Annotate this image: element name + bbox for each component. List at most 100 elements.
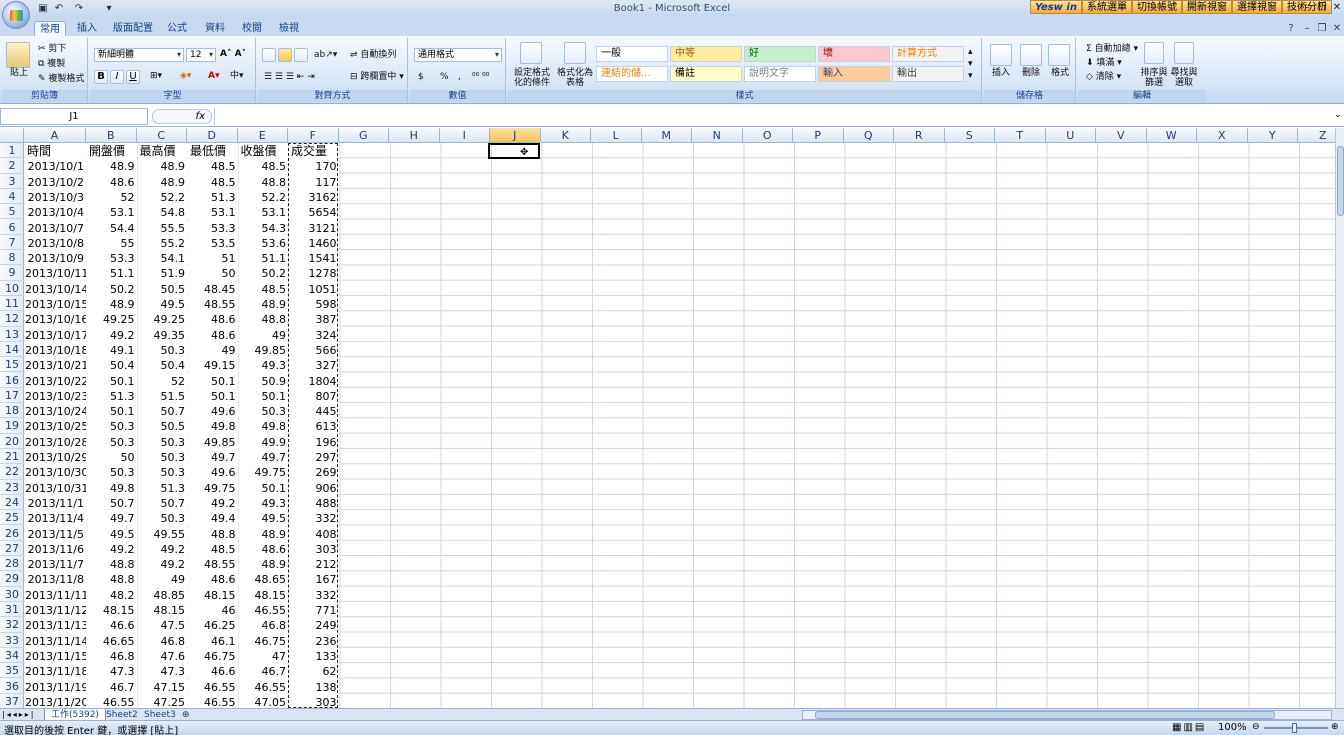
table-cell[interactable]: 54.3 <box>238 220 288 236</box>
table-cell[interactable]: 46.55 <box>238 679 288 695</box>
style-normal[interactable]: 一般 <box>596 46 668 62</box>
table-cell[interactable]: 46.7 <box>238 664 288 680</box>
column-header-c[interactable]: C <box>136 128 187 143</box>
header-cell[interactable]: 最低價 <box>188 144 238 160</box>
table-cell[interactable]: 49.55 <box>137 526 187 542</box>
row-header-7[interactable]: 7 <box>0 235 24 251</box>
paste-button[interactable]: 貼上 <box>10 68 28 79</box>
table-cell[interactable]: 327 <box>289 358 339 374</box>
table-cell[interactable]: 807 <box>289 388 339 405</box>
table-cell[interactable]: 50 <box>188 266 238 282</box>
table-cell[interactable]: 2013/11/19 <box>25 679 86 695</box>
table-cell[interactable]: 2013/11/4 <box>25 511 86 527</box>
table-cell[interactable]: 49.7 <box>87 511 137 527</box>
currency-button[interactable]: $ <box>418 72 424 83</box>
format-as-table-icon[interactable] <box>564 42 586 64</box>
addin-system-menu[interactable]: 系統選單 <box>1081 0 1132 14</box>
column-header-o[interactable]: O <box>742 128 793 143</box>
table-cell[interactable]: 49.8 <box>238 419 288 435</box>
table-cell[interactable]: 771 <box>289 603 339 619</box>
style-explanatory[interactable]: 說明文字 <box>744 66 816 82</box>
table-cell[interactable]: 2013/11/14 <box>25 633 86 649</box>
table-cell[interactable]: 2013/10/14 <box>25 281 86 297</box>
row-header-26[interactable]: 26 <box>0 526 24 541</box>
table-cell[interactable]: 51.5 <box>137 388 187 405</box>
table-cell[interactable]: 52.2 <box>238 189 288 206</box>
zoom-in-icon[interactable]: ⊕ <box>1331 722 1339 732</box>
formula-input[interactable] <box>214 108 1330 125</box>
row-header-29[interactable]: 29 <box>0 571 24 587</box>
table-cell[interactable]: 48.6 <box>188 572 238 588</box>
workbook-minimize-icon[interactable]: – <box>1300 21 1314 36</box>
underline-button[interactable]: U <box>126 70 140 84</box>
column-header-w[interactable]: W <box>1146 128 1197 143</box>
grow-font-icon[interactable]: A˄ A˅ <box>220 49 246 60</box>
row-header-6[interactable]: 6 <box>0 220 24 235</box>
table-cell[interactable]: 49.6 <box>188 404 238 420</box>
table-cell[interactable]: 52 <box>137 373 187 389</box>
table-cell[interactable]: 49.3 <box>238 358 288 374</box>
table-cell[interactable]: 2013/10/29 <box>25 450 86 466</box>
table-cell[interactable]: 3121 <box>289 220 339 236</box>
column-header-i[interactable]: I <box>439 128 490 143</box>
table-cell[interactable]: 48.15 <box>188 587 238 603</box>
table-cell[interactable]: 47.3 <box>87 664 137 680</box>
table-cell[interactable]: 2013/10/31 <box>25 480 86 496</box>
format-cells-icon[interactable] <box>1048 44 1070 66</box>
expand-formula-icon[interactable]: ⌄ <box>1334 110 1342 120</box>
column-header-a[interactable]: A <box>24 128 86 143</box>
table-cell[interactable]: 2013/10/2 <box>25 174 86 190</box>
table-cell[interactable]: 598 <box>289 297 339 313</box>
style-bad[interactable]: 壞 <box>818 46 890 62</box>
column-header-k[interactable]: K <box>540 128 591 143</box>
table-cell[interactable]: 50.1 <box>238 388 288 405</box>
table-cell[interactable]: 50.1 <box>87 373 137 389</box>
table-cell[interactable]: 50.3 <box>87 434 137 450</box>
table-cell[interactable]: 48.9 <box>137 159 187 175</box>
row-header-33[interactable]: 33 <box>0 633 24 648</box>
table-cell[interactable]: 50.3 <box>87 465 137 481</box>
orientation-icon[interactable]: ab↗▾ <box>314 50 337 61</box>
table-cell[interactable]: 50.1 <box>188 373 238 389</box>
percent-button[interactable]: % <box>440 72 449 83</box>
table-cell[interactable]: 488 <box>289 495 339 512</box>
column-header-v[interactable]: V <box>1096 128 1147 143</box>
table-cell[interactable]: 50.3 <box>87 419 137 435</box>
delete-cells-button[interactable]: 刪除 <box>1022 68 1040 79</box>
table-cell[interactable]: 50.3 <box>137 434 187 450</box>
row-header-24[interactable]: 24 <box>0 495 24 511</box>
table-cell[interactable]: 49.5 <box>238 511 288 527</box>
table-cell[interactable]: 46.8 <box>238 618 288 634</box>
table-cell[interactable]: 46.65 <box>87 633 137 649</box>
table-cell[interactable]: 49.6 <box>188 465 238 481</box>
save-icon[interactable]: ▣ <box>36 2 50 15</box>
table-cell[interactable]: 48.5 <box>188 159 238 175</box>
style-output[interactable]: 輸出 <box>892 66 964 82</box>
table-cell[interactable]: 47.6 <box>137 648 187 665</box>
column-header-q[interactable]: Q <box>843 128 894 143</box>
table-cell[interactable]: 2013/11/15 <box>25 648 86 665</box>
comma-button[interactable]: , <box>458 72 461 83</box>
fill-button[interactable]: ⬇ 填滿 ▾ <box>1086 58 1122 69</box>
header-cell[interactable]: 收盤價 <box>238 144 288 160</box>
table-cell[interactable]: 49.2 <box>87 541 137 558</box>
table-cell[interactable]: 51.3 <box>188 189 238 206</box>
row-header-27[interactable]: 27 <box>0 541 24 557</box>
row-header-15[interactable]: 15 <box>0 357 24 373</box>
table-cell[interactable]: 55.2 <box>137 235 187 252</box>
table-cell[interactable]: 46.1 <box>188 633 238 649</box>
table-cell[interactable]: 49.2 <box>137 541 187 558</box>
row-header-25[interactable]: 25 <box>0 510 24 526</box>
table-cell[interactable]: 48.55 <box>188 557 238 573</box>
table-cell[interactable]: 48.5 <box>238 281 288 297</box>
table-cell[interactable]: 49.85 <box>188 434 238 450</box>
table-cell[interactable]: 50.3 <box>137 342 187 359</box>
table-cell[interactable]: 170 <box>289 159 339 175</box>
addin-new-window[interactable]: 開新視窗 <box>1181 0 1232 14</box>
close-icon[interactable]: ✕ <box>1330 1 1344 15</box>
table-cell[interactable]: 2013/11/1 <box>25 495 86 512</box>
row-header-12[interactable]: 12 <box>0 311 24 327</box>
row-header-22[interactable]: 22 <box>0 464 24 480</box>
fx-icon[interactable]: fx <box>152 109 212 124</box>
table-cell[interactable]: 48.9 <box>238 297 288 313</box>
